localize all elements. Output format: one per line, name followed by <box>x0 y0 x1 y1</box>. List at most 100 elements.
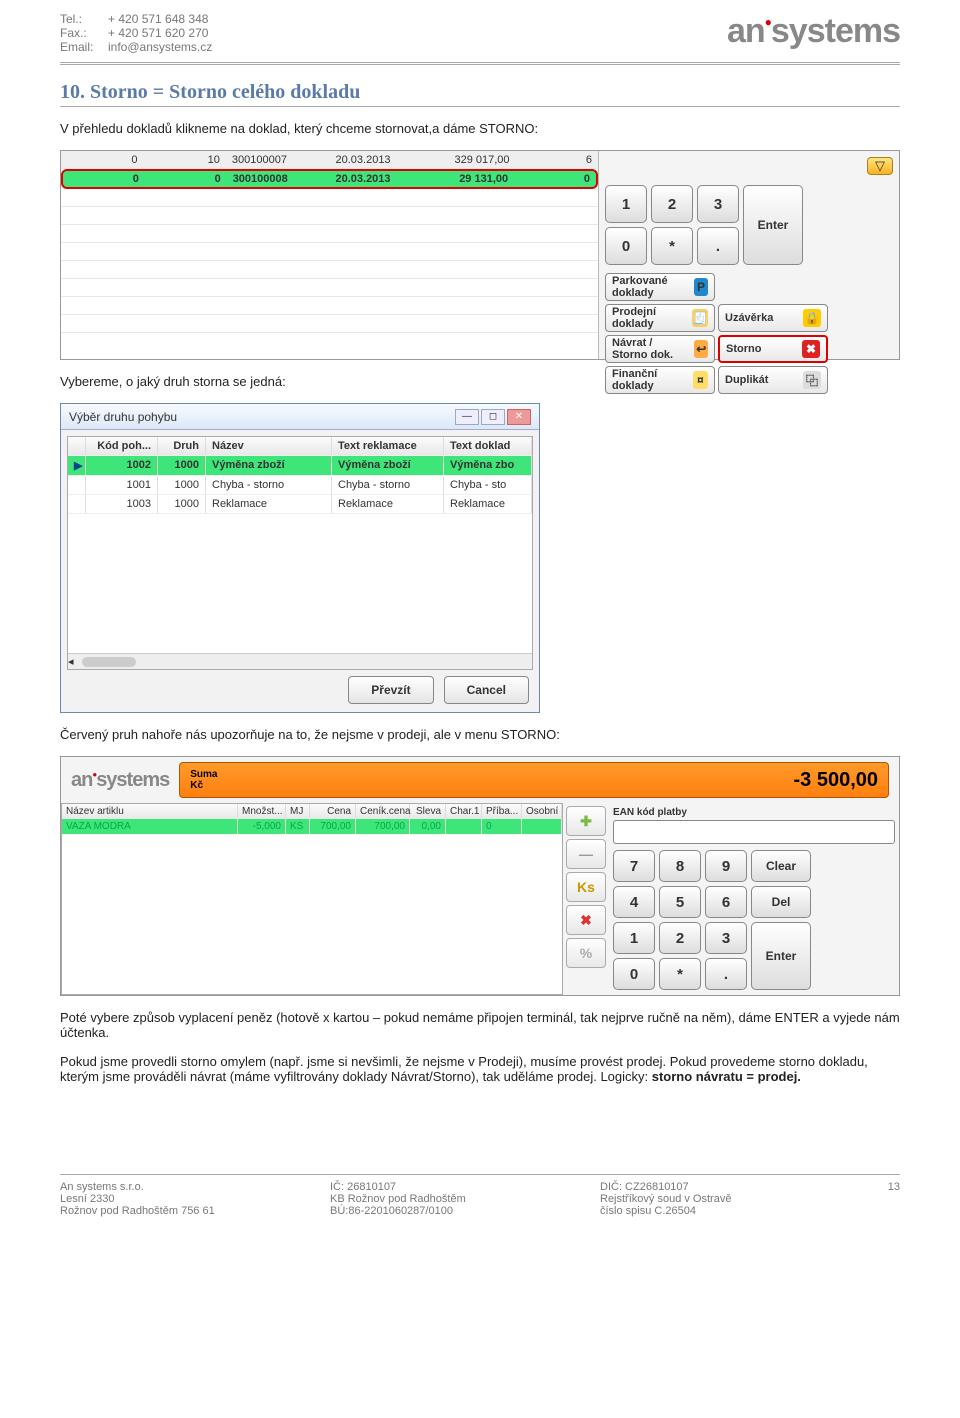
logo: an●systems <box>727 12 900 51</box>
key-3[interactable]: 3 <box>697 185 739 223</box>
close-icon[interactable]: ✕ <box>507 409 531 425</box>
btn-storno[interactable]: Storno✖ <box>718 335 828 363</box>
item-grid: Název artikluMnožst...MJCenaCeník.cenaSl… <box>61 803 563 995</box>
key-9[interactable]: 9 <box>705 850 747 882</box>
key-del[interactable]: Del <box>751 886 811 918</box>
key-2[interactable]: 2 <box>651 185 693 223</box>
key-0[interactable]: 0 <box>613 958 655 990</box>
btn-percent[interactable]: % <box>566 938 606 968</box>
btn-prevzit[interactable]: Převzít <box>348 676 433 704</box>
parking-icon: P <box>694 278 708 296</box>
screenshot-dialog: Výběr druhu pohybu — ◻ ✕ Kód poh... Druh… <box>60 403 540 713</box>
btn-sales[interactable]: Prodejní doklady🧾 <box>605 304 715 332</box>
key-3[interactable]: 3 <box>705 922 747 954</box>
suma-label: Suma <box>190 769 217 780</box>
doc-row[interactable]: 01030010000720.03.2013329 017,006 <box>61 151 598 169</box>
btn-return[interactable]: Návrat / Storno dok.↩ <box>605 335 715 363</box>
email-value: info@ansystems.cz <box>108 40 212 54</box>
page-footer: An systems s.r.o.Lesní 2330Rožnov pod Ra… <box>60 1174 900 1217</box>
screenshot-pos: an●systems SumaKč -3 500,00 Název artikl… <box>60 756 900 996</box>
ean-field: EAN kód platby <box>613 807 895 844</box>
col-nazev: Název <box>206 437 332 455</box>
action-buttons: Parkované dokladyP Prodejní doklady🧾 Uzá… <box>605 273 893 394</box>
copy-icon: ⿻ <box>803 371 821 389</box>
page-header: Tel.:+ 420 571 648 348 Fax.:+ 420 571 62… <box>60 0 900 54</box>
paragraph-5: Pokud jsme provedli storno omylem (např.… <box>60 1054 900 1084</box>
key-5[interactable]: 5 <box>659 886 701 918</box>
paragraph-4: Poté vybere způsob vyplacení peněz (hoto… <box>60 1010 900 1040</box>
screenshot-doclist: 01030010000720.03.2013329 017,006 003001… <box>60 150 900 360</box>
btn-parked[interactable]: Parkované dokladyP <box>605 273 715 301</box>
delete-icon: ✖ <box>580 912 592 929</box>
key-0[interactable]: 0 <box>605 227 647 265</box>
tel-label: Tel.: <box>60 12 108 26</box>
paragraph-3: Červený pruh nahoře nás upozorňuje na to… <box>60 727 900 742</box>
sum-display: SumaKč -3 500,00 <box>179 762 889 798</box>
contact-block: Tel.:+ 420 571 648 348 Fax.:+ 420 571 62… <box>60 12 212 54</box>
key-8[interactable]: 8 <box>659 850 701 882</box>
tel-value: + 420 571 648 348 <box>108 12 208 26</box>
right-column: ▽ 1 2 3 Enter 0 * . Parkované dokladyP P… <box>599 151 899 359</box>
key-6[interactable]: 6 <box>705 886 747 918</box>
footer-col2: IČ: 26810107KB Rožnov pod RadhoštěmBÚ:86… <box>330 1181 600 1217</box>
key-1[interactable]: 1 <box>605 185 647 223</box>
key-4[interactable]: 4 <box>613 886 655 918</box>
minus-icon: — <box>579 846 593 862</box>
grid-header: Kód poh... Druh Název Text reklamace Tex… <box>68 437 532 455</box>
bold-conclusion: storno návratu = prodej. <box>648 1069 801 1084</box>
maximize-icon[interactable]: ◻ <box>481 409 505 425</box>
ean-label: EAN kód platby <box>613 807 895 818</box>
footer-col3: DIČ: CZ26810107Rejstříkový soud v Ostrav… <box>600 1181 870 1217</box>
btn-finance[interactable]: Finanční doklady¤ <box>605 366 715 394</box>
percent-icon: % <box>580 945 592 961</box>
key-star[interactable]: * <box>659 958 701 990</box>
grid-row[interactable]: 10011000Chyba - stornoChyba - stornoChyb… <box>68 475 532 494</box>
btn-close[interactable]: Uzávěrka🔒 <box>718 304 828 332</box>
btn-minus[interactable]: — <box>566 839 606 869</box>
sum-amount: -3 500,00 <box>793 769 878 792</box>
key-1[interactable]: 1 <box>613 922 655 954</box>
grid-row-selected[interactable]: ▶ 10021000Výměna zbožíVýměna zbožíVýměna… <box>68 455 532 475</box>
section-title: 10. Storno = Storno celého dokladu <box>60 81 900 104</box>
doc-row-selected[interactable]: 0030010000820.03.201329 131,000 <box>61 169 598 189</box>
logo-part1: an <box>727 12 765 50</box>
dialog-title: Výběr druhu pohybu <box>69 410 177 424</box>
item-row[interactable]: VAZA MODRA-5,000KS700,00700,000,000 <box>62 819 562 834</box>
col-druh: Druh <box>158 437 206 455</box>
key-2[interactable]: 2 <box>659 922 701 954</box>
coins-icon: ¤ <box>693 371 708 389</box>
x-icon: ✖ <box>802 340 820 358</box>
key-clear[interactable]: Clear <box>751 850 811 882</box>
kc-label: Kč <box>190 780 217 791</box>
btn-ks[interactable]: Ks <box>566 872 606 902</box>
ean-input[interactable] <box>613 820 895 844</box>
scroll-down-icon[interactable]: ▽ <box>867 157 893 175</box>
pos-main: Název artikluMnožst...MJCenaCeník.cenaSl… <box>61 803 899 995</box>
btn-duplicate[interactable]: Duplikát⿻ <box>718 366 828 394</box>
page-number: 13 <box>870 1181 900 1217</box>
side-buttons: ✚ — Ks ✖ % <box>563 803 609 995</box>
key-dot[interactable]: . <box>705 958 747 990</box>
key-7[interactable]: 7 <box>613 850 655 882</box>
doc-grid: 01030010000720.03.2013329 017,006 003001… <box>61 151 599 359</box>
btn-cancel[interactable]: Cancel <box>444 676 529 704</box>
dialog-body: Kód poh... Druh Název Text reklamace Tex… <box>61 430 539 712</box>
grid-row[interactable]: 10031000ReklamaceReklamaceReklamace <box>68 494 532 513</box>
key-enter[interactable]: Enter <box>743 185 803 265</box>
type-grid: Kód poh... Druh Název Text reklamace Tex… <box>67 436 533 670</box>
col-doklad: Text doklad <box>444 437 532 455</box>
fax-value: + 420 571 620 270 <box>108 26 208 40</box>
email-label: Email: <box>60 40 108 54</box>
logo-part2: systems <box>771 12 900 50</box>
key-star[interactable]: * <box>651 227 693 265</box>
key-enter[interactable]: Enter <box>751 922 811 990</box>
key-dot[interactable]: . <box>697 227 739 265</box>
col-kod: Kód poh... <box>86 437 158 455</box>
paragraph-1: V přehledu dokladů klikneme na doklad, k… <box>60 121 900 136</box>
btn-plus[interactable]: ✚ <box>566 806 606 836</box>
horizontal-scrollbar[interactable]: ◂ <box>68 653 532 669</box>
btn-delete[interactable]: ✖ <box>566 905 606 935</box>
minimize-icon[interactable]: — <box>455 409 479 425</box>
section-rule <box>60 106 900 107</box>
lock-icon: 🔒 <box>803 309 821 327</box>
